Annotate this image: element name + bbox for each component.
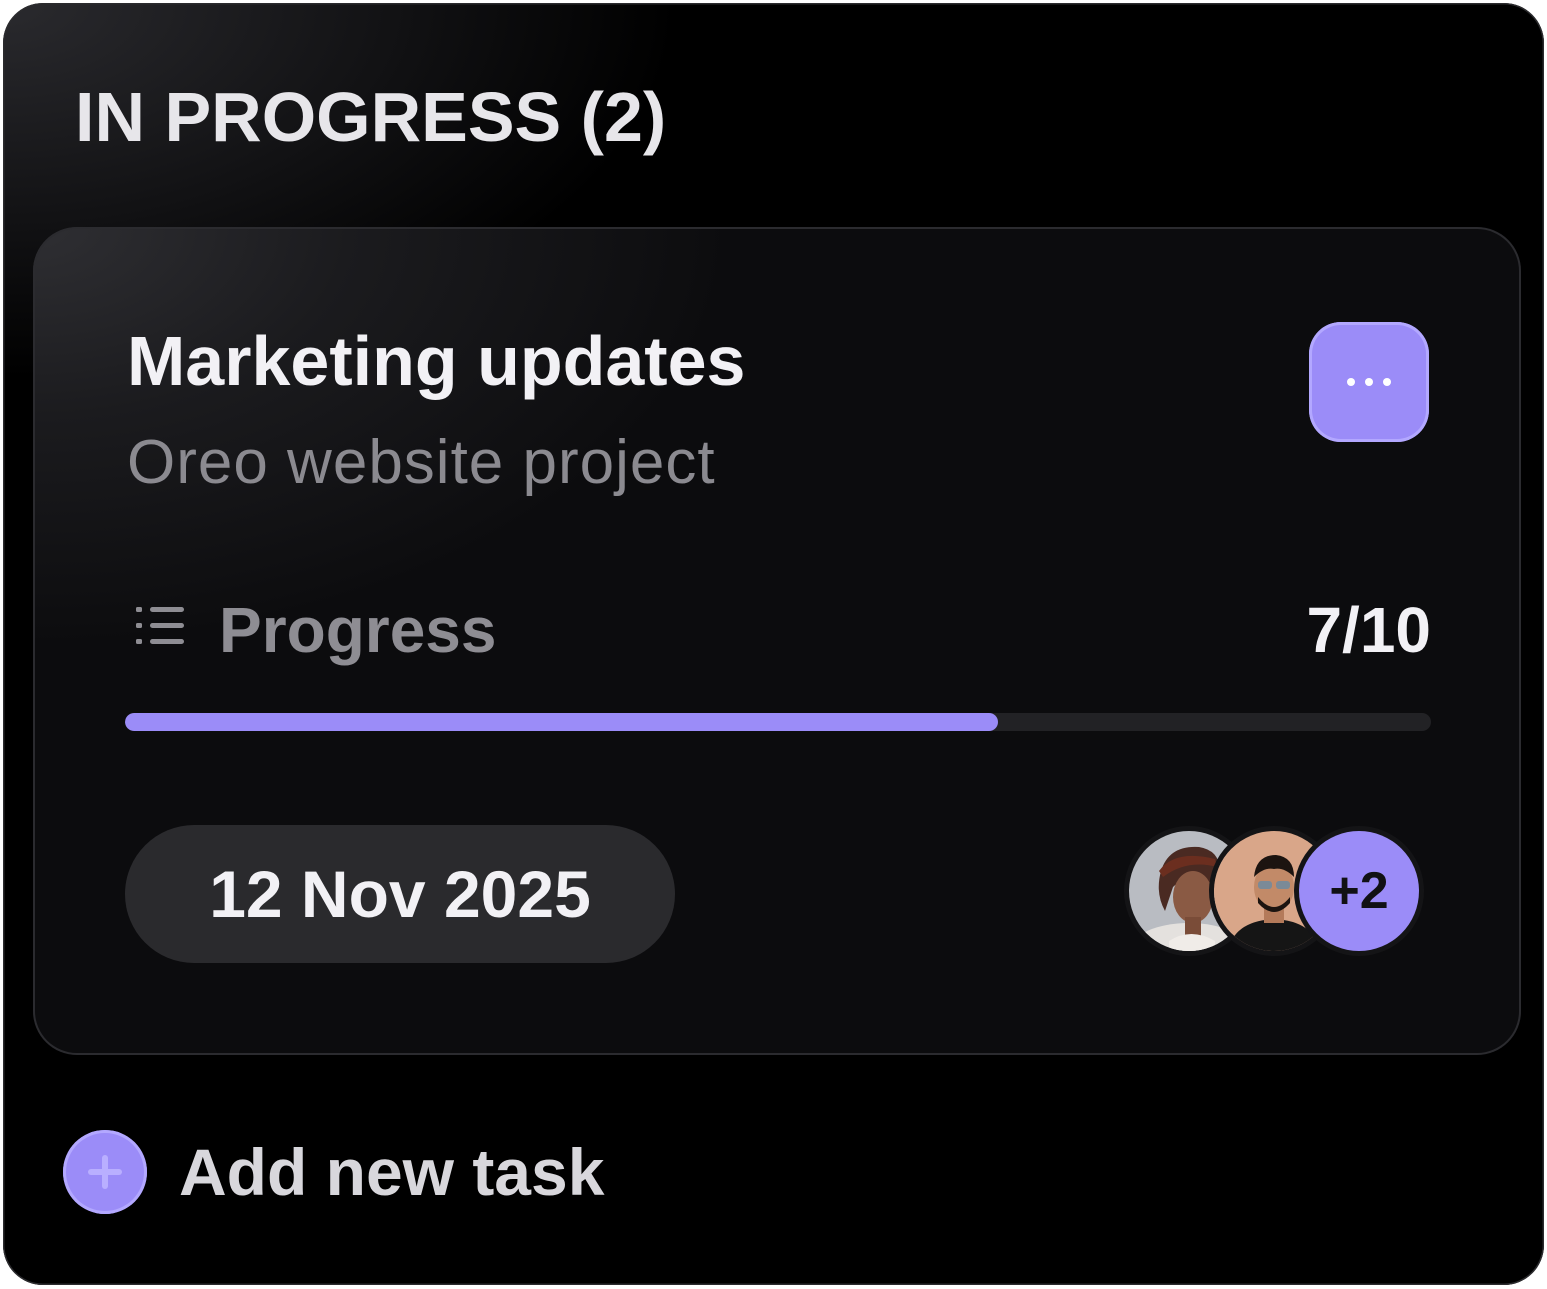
column-title: IN PROGRESS (2) xyxy=(75,78,667,156)
task-title: Marketing updates xyxy=(127,322,746,400)
more-assignees-badge[interactable]: +2 xyxy=(1299,831,1419,951)
plus-icon xyxy=(63,1130,147,1214)
assignee-avatars[interactable]: +2 xyxy=(1129,831,1429,955)
add-new-task-button[interactable]: Add new task xyxy=(63,1129,604,1215)
progress-bar-fill xyxy=(125,713,999,731)
in-progress-column: IN PROGRESS (2) Marketing updates Oreo w… xyxy=(3,3,1544,1285)
more-options-button[interactable] xyxy=(1309,322,1429,442)
task-project: Oreo website project xyxy=(127,428,716,497)
task-card[interactable]: Marketing updates Oreo website project P… xyxy=(33,227,1521,1055)
add-task-label: Add new task xyxy=(179,1135,605,1209)
progress-bar xyxy=(125,713,1431,731)
due-date-badge[interactable]: 12 Nov 2025 xyxy=(125,825,675,963)
more-horizontal-icon xyxy=(1342,378,1396,386)
list-icon xyxy=(136,607,184,644)
progress-count: 7/10 xyxy=(1306,594,1431,666)
progress-label: Progress xyxy=(219,594,497,666)
